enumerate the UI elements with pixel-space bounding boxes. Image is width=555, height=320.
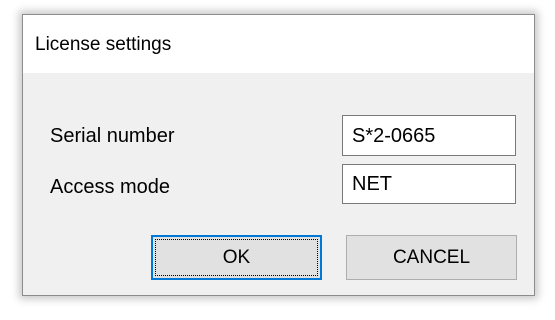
dialog-title-bar[interactable]: License settings [23,15,534,73]
access-mode-field[interactable]: NET [342,164,516,204]
ok-button[interactable]: OK [151,235,322,280]
cancel-button-label: CANCEL [392,247,471,268]
license-settings-dialog: License settings Serial number S*2-0665 … [22,14,535,296]
serial-number-field[interactable]: S*2-0665 [342,115,516,156]
focus-rectangle [155,239,318,276]
cancel-button[interactable]: CANCEL [346,235,517,280]
serial-number-label: Serial number [50,125,175,147]
access-mode-label: Access mode [50,176,171,198]
dialog-title: License settings [35,34,172,55]
